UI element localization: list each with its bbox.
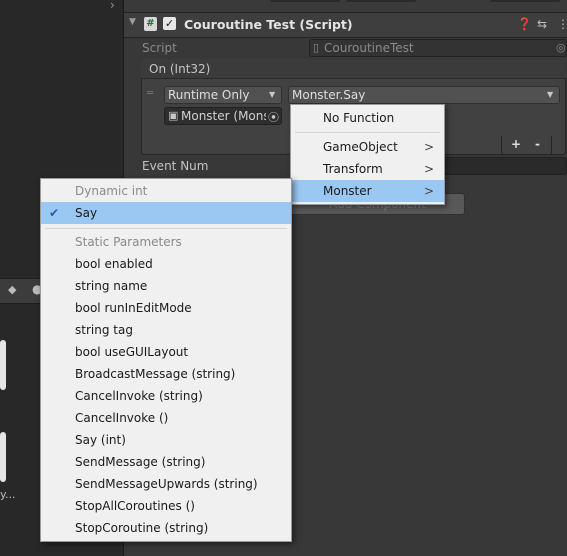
submenu-header-static: Static Parameters: [75, 235, 182, 249]
submenu-arrow-icon: >: [423, 184, 434, 198]
scale-field[interactable]: [346, 0, 416, 2]
asset-caption: y...: [0, 488, 16, 501]
menu-separator: [45, 228, 287, 229]
component-enabled-checkbox[interactable]: ✓: [163, 17, 176, 30]
monster-submenu: Dynamic int ✔ Say Static Parameters bool…: [40, 178, 292, 542]
scale-field[interactable]: [490, 0, 560, 2]
scale-field[interactable]: [270, 0, 340, 2]
chevron-down-icon: ▼: [547, 90, 554, 99]
event-header-label: On (Int32): [149, 62, 211, 76]
event-num-label: Event Num: [142, 159, 209, 173]
menu-separator: [295, 132, 440, 133]
target-object-value: Monster (Mons: [181, 109, 266, 123]
function-value: Monster.Say: [292, 88, 366, 102]
script-value: CouroutineTest: [324, 41, 414, 55]
submenu-item-say[interactable]: ✔ Say: [41, 202, 291, 224]
submenu-header-dynamic: Dynamic int: [75, 184, 148, 198]
submenu-item[interactable]: Say (int): [41, 429, 291, 451]
submenu-item[interactable]: CancelInvoke (): [41, 407, 291, 429]
target-object-field[interactable]: ▣ Monster (Mons ⦿: [164, 107, 282, 125]
asset-thumbnail[interactable]: [0, 340, 6, 390]
script-icon: #: [144, 17, 157, 31]
submenu-arrow-icon: >: [423, 140, 434, 154]
asset-thumbnail[interactable]: [0, 432, 6, 482]
menu-item-no-function[interactable]: No Function: [291, 107, 444, 129]
function-dropdown[interactable]: Monster.Say ▼: [288, 86, 560, 104]
chevron-down-icon: ▼: [269, 90, 276, 99]
menu-item-label: GameObject: [323, 140, 398, 154]
foldout-arrow-icon[interactable]: ▼: [129, 17, 136, 27]
submenu-item[interactable]: BroadcastMessage (string): [41, 363, 291, 385]
add-listener-button[interactable]: +: [511, 137, 521, 151]
submenu-item-label: Say: [75, 206, 98, 220]
submenu-arrow-icon: >: [423, 162, 434, 176]
transform-scale-row: [124, 0, 567, 13]
component-title: Couroutine Test (Script): [184, 17, 353, 32]
object-picker-icon[interactable]: ⦿: [268, 109, 279, 125]
object-picker-icon[interactable]: ◎: [556, 41, 566, 54]
script-label: Script: [142, 41, 177, 55]
script-file-icon: ▯: [313, 41, 320, 54]
cube-icon: ▣: [168, 109, 179, 122]
submenu-item[interactable]: string name: [41, 275, 291, 297]
runtime-mode-dropdown[interactable]: Runtime Only ▼: [164, 86, 282, 104]
menu-item-monster[interactable]: Monster >: [291, 180, 444, 202]
menu-item-label: Monster: [323, 184, 372, 198]
submenu-item[interactable]: bool runInEditMode: [41, 297, 291, 319]
more-options-icon[interactable]: ⋮: [557, 17, 567, 31]
function-menu: No Function GameObject > Transform > Monst…: [290, 104, 445, 205]
menu-item-label: Transform: [323, 162, 383, 176]
checkmark-icon: ✔: [49, 206, 60, 220]
chevron-right-icon[interactable]: ›: [110, 0, 115, 12]
submenu-item[interactable]: bool useGUILayout: [41, 341, 291, 363]
submenu-item[interactable]: string tag: [41, 319, 291, 341]
drag-handle-icon[interactable]: ═: [147, 88, 153, 99]
submenu-item[interactable]: StopAllCoroutines (): [41, 495, 291, 517]
help-icon[interactable]: ❓: [517, 17, 532, 31]
submenu-item[interactable]: CancelInvoke (string): [41, 385, 291, 407]
script-field[interactable]: ▯ CouroutineTest ◎: [309, 39, 567, 57]
add-remove-buttons: + -: [501, 136, 552, 155]
menu-item-transform[interactable]: Transform >: [291, 158, 444, 180]
submenu-item[interactable]: SendMessage (string): [41, 451, 291, 473]
submenu-item[interactable]: SendMessageUpwards (string): [41, 473, 291, 495]
submenu-item[interactable]: bool enabled: [41, 253, 291, 275]
menu-item-label: No Function: [323, 111, 395, 125]
runtime-mode-value: Runtime Only: [168, 88, 250, 102]
preset-icon[interactable]: ⇆: [537, 17, 547, 31]
remove-listener-button[interactable]: -: [535, 137, 540, 151]
submenu-item[interactable]: StopCoroutine (string): [41, 517, 291, 539]
menu-item-gameobject[interactable]: GameObject >: [291, 136, 444, 158]
tag-icon[interactable]: ◆: [8, 283, 16, 296]
